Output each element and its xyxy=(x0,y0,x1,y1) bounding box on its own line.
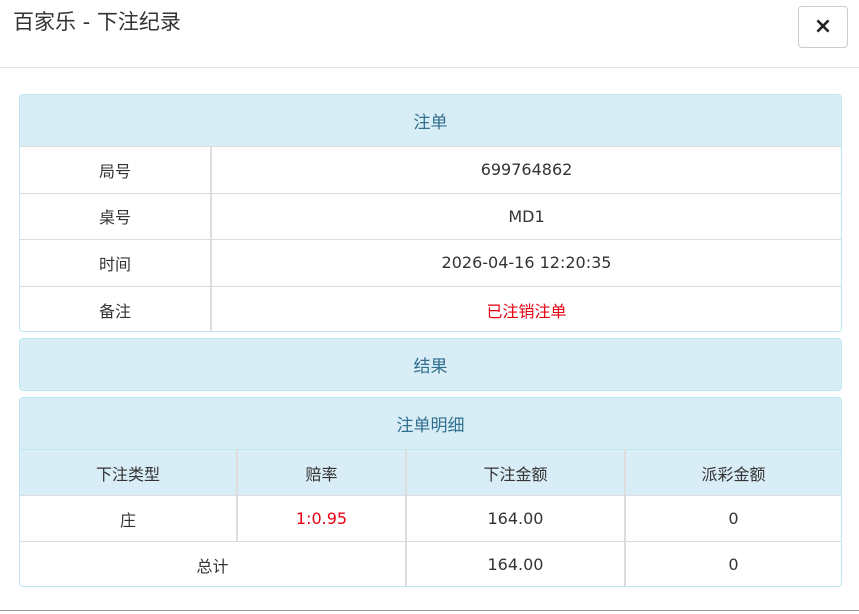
close-icon: × xyxy=(813,14,833,39)
bet-type-cell: 庄 xyxy=(20,495,238,542)
odds-cell: 1:0.95 xyxy=(237,495,407,542)
total-row: 总计 164.00 0 xyxy=(20,541,841,586)
detail-panel: 注单明细 下注类型 赔率 下注金额 派彩金额 庄 1:0.95 164.00 0 xyxy=(19,397,842,587)
result-panel: 结果 xyxy=(19,338,842,391)
bet-panel-heading: 注单 xyxy=(20,95,841,146)
payout-cell: 0 xyxy=(625,495,841,542)
total-payout: 0 xyxy=(625,541,841,586)
table-row: 庄 1:0.95 164.00 0 xyxy=(20,495,841,542)
modal-header: 百家乐 - 下注纪录 × xyxy=(0,0,859,68)
table-row: 时间 2026-04-16 12:20:35 xyxy=(20,239,841,286)
total-amount: 164.00 xyxy=(406,541,626,586)
bet-panel: 注单 局号 699764862 桌号 MD1 时间 2026-04-16 12:… xyxy=(19,94,842,332)
table-row: 备注 已注销注单 xyxy=(20,285,841,331)
time-label: 时间 xyxy=(20,239,212,286)
round-value: 699764862 xyxy=(211,146,841,193)
bet-record-modal: 百家乐 - 下注纪录 × 注单 局号 699764862 桌号 MD1 时间 2… xyxy=(0,0,859,614)
column-header-bet-type: 下注类型 xyxy=(20,449,238,496)
table-row: 局号 699764862 xyxy=(20,146,841,193)
column-header-bet-amount: 下注金额 xyxy=(406,449,626,496)
time-value: 2026-04-16 12:20:35 xyxy=(211,239,841,286)
remark-value: 已注销注单 xyxy=(211,285,841,331)
table-label: 桌号 xyxy=(20,192,212,240)
close-button[interactable]: × xyxy=(798,6,848,48)
bet-info-table: 局号 699764862 桌号 MD1 时间 2026-04-16 12:20:… xyxy=(20,146,841,331)
total-label: 总计 xyxy=(20,541,407,586)
table-row: 桌号 MD1 xyxy=(20,192,841,240)
detail-table: 下注类型 赔率 下注金额 派彩金额 庄 1:0.95 164.00 0 总计 1… xyxy=(20,449,841,586)
result-panel-heading: 结果 xyxy=(20,339,841,390)
detail-panel-heading: 注单明细 xyxy=(20,398,841,449)
round-label: 局号 xyxy=(20,146,212,193)
bottom-divider xyxy=(0,610,859,614)
table-value: MD1 xyxy=(211,192,841,240)
remark-label: 备注 xyxy=(20,285,212,331)
modal-title: 百家乐 - 下注纪录 xyxy=(13,10,181,34)
column-header-payout: 派彩金额 xyxy=(625,449,841,496)
column-header-odds: 赔率 xyxy=(237,449,407,496)
bet-amount-cell: 164.00 xyxy=(406,495,626,542)
detail-header-row: 下注类型 赔率 下注金额 派彩金额 xyxy=(20,449,841,496)
